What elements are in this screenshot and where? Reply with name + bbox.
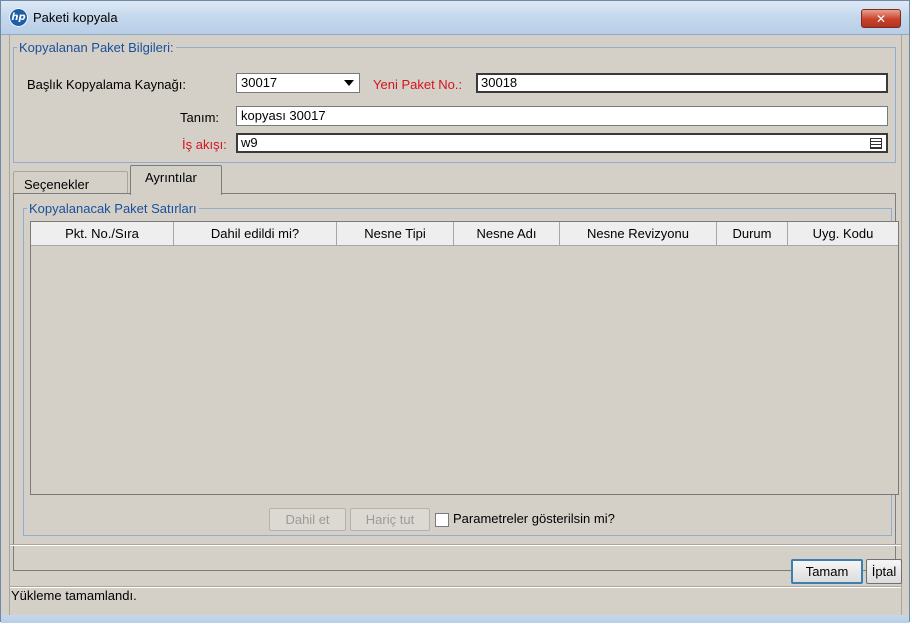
- workflow-input[interactable]: w9: [236, 133, 888, 153]
- column-header-included[interactable]: Dahil edildi mi?: [174, 222, 337, 246]
- dialog-body: Kopyalanan Paket Bilgileri: Başlık Kopya…: [9, 35, 902, 615]
- package-lines-table[interactable]: Pkt. No./Sıra Dahil edildi mi? Nesne Tip…: [30, 221, 899, 495]
- table-header: Pkt. No./Sıra Dahil edildi mi? Nesne Tip…: [31, 222, 898, 246]
- ok-button[interactable]: Tamam: [791, 559, 863, 584]
- tab-options-label: Seçenekler: [24, 177, 90, 192]
- description-label: Tanım:: [180, 110, 220, 125]
- new-package-no-value: 30018: [481, 75, 518, 90]
- source-label: Başlık Kopyalama Kaynağı:: [27, 77, 186, 92]
- window-bottom-border: [1, 615, 909, 623]
- source-combo[interactable]: 30017: [236, 73, 360, 93]
- new-package-no-input[interactable]: 30018: [476, 73, 888, 93]
- close-button[interactable]: ✕: [861, 9, 901, 28]
- column-header-object-name[interactable]: Nesne Adı: [454, 222, 560, 246]
- status-separator: [10, 586, 901, 588]
- description-input[interactable]: kopyası 30017: [236, 106, 888, 126]
- package-info-legend: Kopyalanan Paket Bilgileri:: [17, 40, 176, 55]
- show-parameters-checkbox[interactable]: [435, 513, 449, 527]
- copy-package-dialog: hp Paketi kopyala ✕ Kopyalanan Paket Bil…: [0, 0, 910, 623]
- column-header-status[interactable]: Durum: [717, 222, 788, 246]
- chevron-down-icon[interactable]: [344, 80, 354, 86]
- show-parameters-label: Parametreler gösterilsin mi?: [453, 511, 615, 526]
- description-value: kopyası 30017: [241, 108, 326, 123]
- tab-details[interactable]: Ayrıntılar: [130, 165, 222, 195]
- column-header-object-revision[interactable]: Nesne Revizyonu: [560, 222, 717, 246]
- column-header-package-no[interactable]: Pkt. No./Sıra: [31, 222, 174, 246]
- column-header-object-type[interactable]: Nesne Tipi: [337, 222, 454, 246]
- close-icon: ✕: [875, 12, 887, 26]
- cancel-button[interactable]: İptal: [866, 559, 902, 584]
- title-bar[interactable]: hp Paketi kopyala ✕: [1, 1, 909, 35]
- list-picker-icon[interactable]: [870, 138, 882, 149]
- package-lines-legend: Kopyalanacak Paket Satırları: [27, 201, 199, 216]
- tab-options[interactable]: Seçenekler: [13, 171, 128, 194]
- hp-logo-icon: hp: [9, 8, 28, 27]
- buttons-separator: [10, 544, 901, 546]
- column-header-app-code[interactable]: Uyg. Kodu: [788, 222, 898, 246]
- window-title: Paketi kopyala: [33, 10, 118, 25]
- new-package-no-label: Yeni Paket No.:: [373, 77, 463, 92]
- include-button[interactable]: Dahil et: [269, 508, 346, 531]
- tab-details-label: Ayrıntılar: [145, 170, 197, 185]
- source-value: 30017: [241, 75, 278, 90]
- workflow-value: w9: [241, 135, 258, 150]
- status-text: Yükleme tamamlandı.: [11, 588, 137, 603]
- exclude-button[interactable]: Hariç tut: [350, 508, 430, 531]
- workflow-label: İş akışı:: [182, 137, 227, 152]
